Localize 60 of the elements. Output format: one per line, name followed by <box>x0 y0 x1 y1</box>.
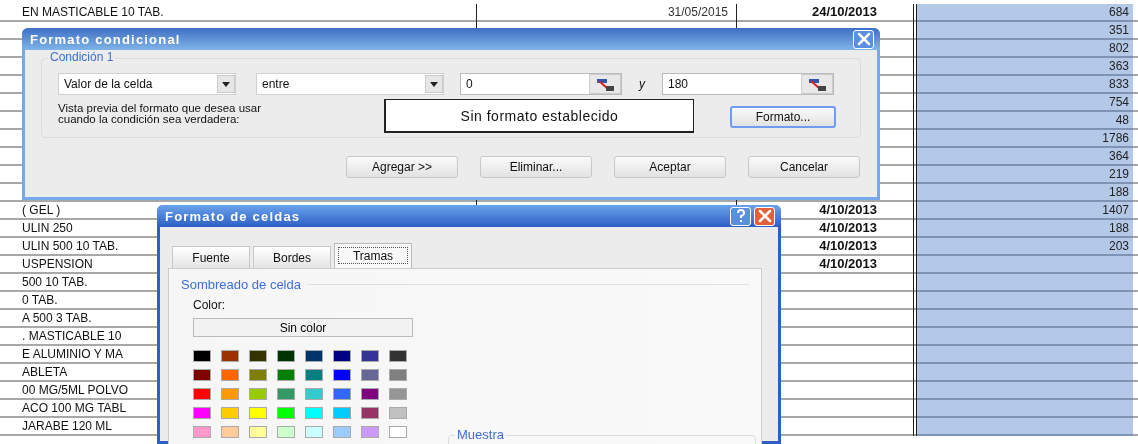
table-cell: . MASTICABLE 10 <box>22 329 122 343</box>
selected-cell: 219 <box>917 166 1133 184</box>
table-cell: A 500 3 TAB. <box>22 311 92 325</box>
table-cell: 00 MG/5ML POLVO <box>22 383 129 397</box>
selected-cell: 833 <box>917 76 1133 94</box>
table-cell: USPENSION <box>22 257 93 271</box>
selected-cell: 188 <box>917 220 1133 238</box>
format-button[interactable]: Formato... <box>730 106 836 128</box>
table-cell: ( GEL ) <box>22 203 61 217</box>
table-cell: ULIN 250 <box>22 221 73 235</box>
preview-label: Vista previa del formato que desea usar cuando la condición sea verdadera: <box>58 103 263 125</box>
tab[interactable]: Tramas <box>334 243 412 268</box>
selected-cell: 1407 <box>917 202 1133 220</box>
group-label: Muestra <box>455 427 506 442</box>
field-value: 0 <box>466 77 473 91</box>
selected-cell: 188 <box>917 184 1133 202</box>
selected-cell: 754 <box>917 94 1133 112</box>
table-cell: E ALUMINIO Y MA <box>22 347 123 361</box>
dialog-button[interactable]: Aceptar <box>614 156 726 178</box>
dropdown[interactable]: Valor de la celda <box>58 73 236 95</box>
dialog-button[interactable]: Cancelar <box>748 156 860 178</box>
selected-cell: 203 <box>917 238 1133 256</box>
dialog-title: Formato condicional <box>30 31 182 47</box>
table-cell: ACO 100 MG TABL <box>22 401 127 415</box>
table-cell: ABLETA <box>22 365 68 379</box>
tab[interactable]: Bordes <box>253 246 331 268</box>
date-cell: 4/10/2013 <box>819 256 877 271</box>
selected-cell: 363 <box>917 58 1133 76</box>
date-cell: 31/05/2015 <box>667 5 728 19</box>
table-cell: 500 10 TAB. <box>22 275 88 289</box>
tab[interactable]: Fuente <box>172 246 250 268</box>
date-cell: 4/10/2013 <box>819 202 877 217</box>
dialog-title: Formato de celdas <box>165 208 302 224</box>
selected-cell: 48 <box>917 112 1133 130</box>
selected-cell: 684 <box>917 4 1133 22</box>
date-cell: 4/10/2013 <box>819 220 877 235</box>
input-field[interactable]: 180 <box>662 73 834 95</box>
selected-cell: 364 <box>917 148 1133 166</box>
table-cell: 0 TAB. <box>22 293 58 307</box>
dropdown-value: entre <box>262 77 290 91</box>
no-color-button[interactable]: Sin color <box>193 318 413 337</box>
joiner-label: y <box>637 77 647 91</box>
group-label: Condición 1 <box>48 50 116 64</box>
dialog-button[interactable]: Eliminar... <box>480 156 592 178</box>
dropdown[interactable]: entre <box>256 73 444 95</box>
selected-cell: 351 <box>917 22 1133 40</box>
selected-cell: 802 <box>917 40 1133 58</box>
table-cell: ULIN 500 10 TAB. <box>22 239 119 253</box>
input-field[interactable]: 0 <box>460 73 622 95</box>
dialog-button[interactable]: Agregar >> <box>346 156 458 178</box>
table-cell: JARABE 120 ML <box>22 419 113 433</box>
format-preview: Sin formato establecido <box>384 99 694 133</box>
section-title: Sombreado de celda <box>181 277 301 292</box>
date-cell: 4/10/2013 <box>819 238 877 253</box>
date-cell: 24/10/2013 <box>811 4 877 19</box>
selected-cell: 1786 <box>917 130 1133 148</box>
dropdown-value: Valor de la celda <box>64 77 153 91</box>
field-value: 180 <box>668 77 689 91</box>
table-cell: EN MASTICABLE 10 TAB. <box>22 5 164 19</box>
color-label: Color: <box>193 298 225 312</box>
